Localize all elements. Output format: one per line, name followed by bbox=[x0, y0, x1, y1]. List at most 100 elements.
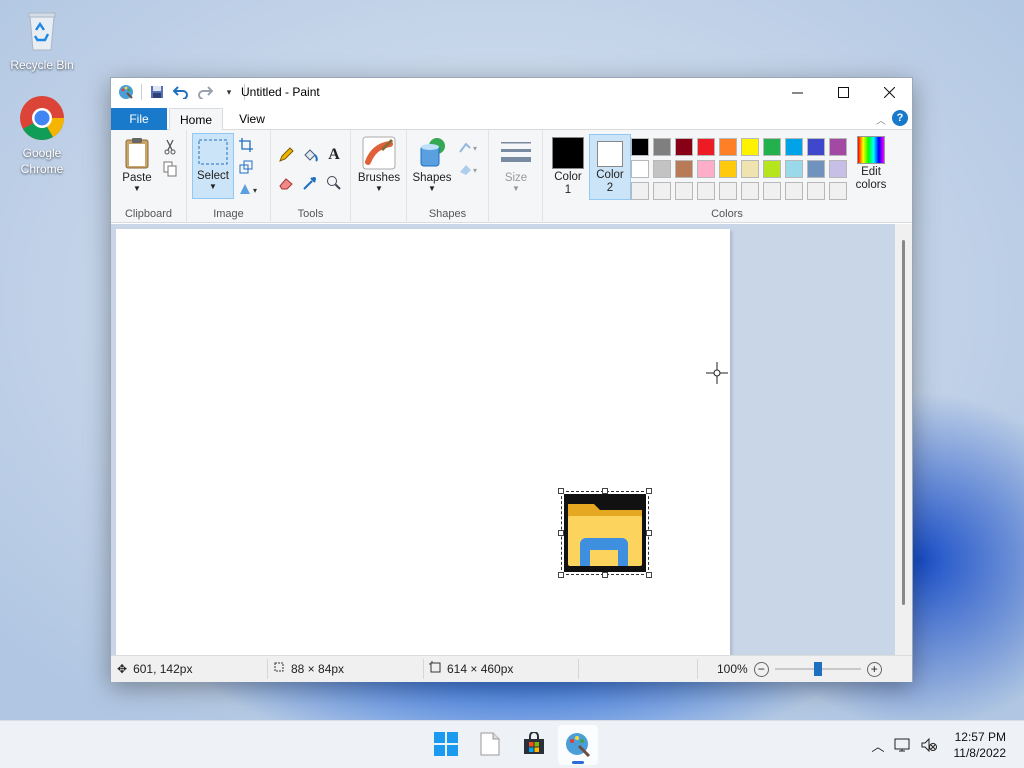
taskbar-notepad[interactable] bbox=[470, 725, 510, 765]
selection-handle[interactable] bbox=[558, 530, 564, 536]
redo-icon[interactable] bbox=[196, 83, 214, 101]
show-hidden-icons-chevron-icon[interactable]: ︿ bbox=[866, 736, 890, 755]
palette-swatch[interactable] bbox=[829, 182, 847, 200]
palette-swatch[interactable] bbox=[697, 138, 715, 156]
palette-swatch[interactable] bbox=[741, 138, 759, 156]
palette-swatch[interactable] bbox=[719, 160, 737, 178]
palette-swatch[interactable] bbox=[653, 160, 671, 178]
customize-toolbar-chevron-icon[interactable]: ▾ bbox=[220, 83, 238, 101]
palette-swatch[interactable] bbox=[719, 182, 737, 200]
rotate-icon[interactable]: ▾ bbox=[237, 180, 263, 198]
vertical-scrollbar[interactable] bbox=[895, 224, 912, 655]
chevron-down-icon: ▼ bbox=[512, 184, 520, 193]
color-palette bbox=[631, 138, 851, 204]
select-button[interactable]: Select ▼ bbox=[192, 133, 234, 199]
collapse-ribbon-chevron-icon[interactable]: ︿ bbox=[876, 112, 886, 127]
palette-swatch[interactable] bbox=[785, 138, 803, 156]
desktop-icon-recycle-bin[interactable]: Recycle Bin bbox=[4, 6, 80, 73]
zoom-slider[interactable] bbox=[774, 662, 861, 676]
palette-swatch[interactable] bbox=[631, 182, 649, 200]
eraser-icon[interactable] bbox=[277, 174, 295, 192]
palette-swatch[interactable] bbox=[631, 160, 649, 178]
shapes-button[interactable]: Shapes ▼ bbox=[410, 136, 454, 193]
outline-icon[interactable]: ▾ bbox=[457, 138, 483, 156]
color-picker-icon[interactable] bbox=[301, 174, 319, 192]
palette-swatch[interactable] bbox=[785, 182, 803, 200]
palette-swatch[interactable] bbox=[763, 138, 781, 156]
volume-muted-icon[interactable] bbox=[916, 737, 942, 753]
recycle-bin-icon bbox=[18, 6, 66, 54]
brushes-button[interactable]: Brushes ▼ bbox=[354, 136, 404, 193]
copy-icon[interactable] bbox=[161, 160, 179, 178]
palette-swatch[interactable] bbox=[697, 160, 715, 178]
system-tray: ︿ bbox=[866, 721, 942, 768]
palette-swatch[interactable] bbox=[829, 138, 847, 156]
palette-swatch[interactable] bbox=[719, 138, 737, 156]
drawing-canvas[interactable] bbox=[116, 229, 730, 655]
taskbar-paint[interactable] bbox=[558, 725, 598, 765]
tab-file[interactable]: File bbox=[111, 108, 167, 130]
crop-icon[interactable] bbox=[237, 136, 255, 154]
minimize-button[interactable] bbox=[774, 78, 820, 106]
help-button[interactable]: ? bbox=[892, 110, 908, 126]
palette-swatch[interactable] bbox=[807, 160, 825, 178]
palette-swatch[interactable] bbox=[675, 160, 693, 178]
selection-handle[interactable] bbox=[646, 530, 652, 536]
tab-home[interactable]: Home bbox=[169, 108, 223, 131]
selection-handle[interactable] bbox=[602, 572, 608, 578]
selection-handle[interactable] bbox=[646, 572, 652, 578]
palette-swatch[interactable] bbox=[763, 160, 781, 178]
palette-swatch[interactable] bbox=[741, 160, 759, 178]
size-label: Size bbox=[504, 172, 528, 184]
selection-handle[interactable] bbox=[558, 572, 564, 578]
color1-button[interactable]: Color 1 bbox=[548, 134, 588, 200]
edit-colors-label: Edit bbox=[861, 166, 881, 178]
palette-swatch[interactable] bbox=[807, 182, 825, 200]
palette-swatch[interactable] bbox=[763, 182, 781, 200]
selection-handle[interactable] bbox=[558, 488, 564, 494]
edit-colors-button[interactable]: Edit colors bbox=[851, 136, 891, 192]
undo-icon[interactable] bbox=[172, 83, 190, 101]
taskbar-microsoft-store[interactable] bbox=[514, 725, 554, 765]
text-icon[interactable]: A bbox=[325, 146, 343, 164]
select-label: Select bbox=[197, 170, 229, 182]
network-icon[interactable] bbox=[890, 737, 916, 753]
zoom-out-button[interactable]: − bbox=[753, 661, 769, 677]
system-clock[interactable]: 12:57 PM 11/8/2022 bbox=[954, 729, 1007, 761]
zoom-slider-thumb[interactable] bbox=[813, 662, 822, 676]
magnifier-icon[interactable] bbox=[325, 174, 343, 192]
palette-swatch[interactable] bbox=[675, 182, 693, 200]
zoom-in-button[interactable]: + bbox=[866, 661, 882, 677]
palette-swatch[interactable] bbox=[785, 160, 803, 178]
pencil-icon[interactable] bbox=[277, 146, 295, 164]
maximize-button[interactable] bbox=[820, 78, 866, 106]
close-button[interactable] bbox=[866, 78, 912, 106]
palette-swatch[interactable] bbox=[807, 138, 825, 156]
palette-swatch[interactable] bbox=[631, 138, 649, 156]
palette-swatch[interactable] bbox=[829, 160, 847, 178]
fill-icon[interactable] bbox=[301, 146, 319, 164]
paint-app-icon[interactable] bbox=[117, 83, 135, 101]
palette-swatch[interactable] bbox=[675, 138, 693, 156]
desktop-icon-label: Google Chrome bbox=[20, 146, 64, 176]
scrollbar-thumb[interactable] bbox=[902, 240, 905, 605]
size-button[interactable]: Size ▼ bbox=[493, 136, 539, 193]
color2-button[interactable]: Color 2 bbox=[589, 134, 631, 200]
palette-swatch[interactable] bbox=[741, 182, 759, 200]
palette-swatch[interactable] bbox=[653, 138, 671, 156]
cursor-position: ✥ 601, 142px bbox=[117, 656, 192, 682]
desktop-icon-google-chrome[interactable]: Google Chrome bbox=[4, 94, 80, 177]
palette-swatch[interactable] bbox=[653, 182, 671, 200]
save-icon[interactable] bbox=[148, 83, 166, 101]
pasted-folder-image[interactable] bbox=[558, 488, 652, 578]
resize-icon[interactable] bbox=[237, 158, 255, 176]
palette-swatch[interactable] bbox=[697, 182, 715, 200]
selection-handle[interactable] bbox=[602, 488, 608, 494]
selection-handle[interactable] bbox=[646, 488, 652, 494]
tab-view[interactable]: View bbox=[227, 108, 277, 130]
cut-icon[interactable] bbox=[161, 138, 179, 156]
start-button[interactable] bbox=[426, 725, 466, 765]
paste-button[interactable]: Paste ▼ bbox=[117, 136, 157, 193]
fill-shape-icon[interactable]: ▾ bbox=[457, 160, 483, 178]
color1-number: 1 bbox=[564, 184, 572, 196]
